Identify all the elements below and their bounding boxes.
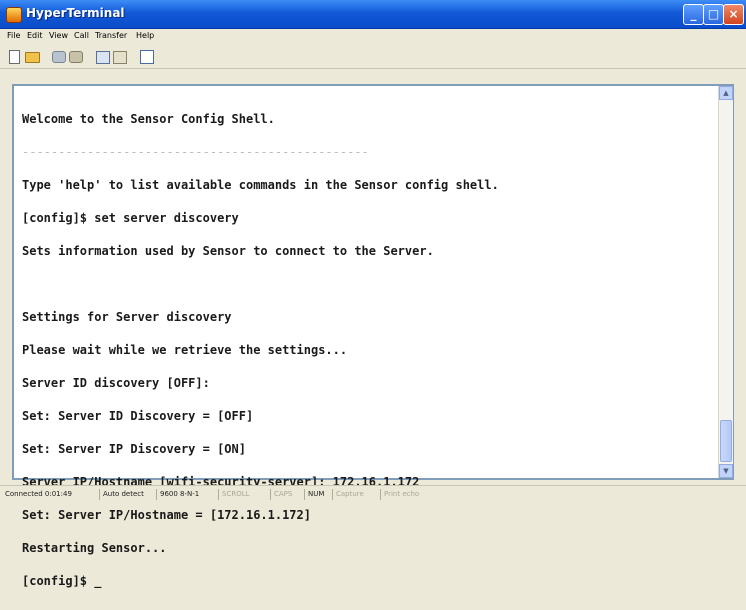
terminal-rule: ----------------------------------------…	[22, 145, 369, 159]
terminal-frame: Welcome to the Sensor Config Shell. ----…	[12, 84, 734, 587]
status-print-echo: Print echo	[380, 489, 419, 500]
maximize-button[interactable]: □	[703, 4, 724, 25]
status-bar: Connected 0:01:49 Auto detect 9600 8-N-1…	[0, 485, 746, 503]
terminal-line: Set: Server ID Discovery = [OFF]	[22, 409, 254, 423]
status-scroll: SCROLL	[218, 489, 250, 500]
terminal-welcome: Welcome to the Sensor Config Shell.	[22, 112, 275, 126]
new-icon[interactable]	[6, 49, 22, 65]
terminal-line: [config]$ set server discovery	[22, 211, 239, 225]
toolbar	[0, 46, 746, 69]
status-connected: Connected 0:01:49	[5, 490, 72, 498]
status-num: NUM	[304, 489, 324, 500]
terminal-line: Set: Server IP/Hostname = [172.16.1.172]	[22, 508, 311, 522]
menu-help[interactable]: Help	[136, 31, 154, 40]
hyperterminal-app-icon[interactable]	[6, 7, 22, 23]
menu-view[interactable]: View	[49, 31, 68, 40]
status-detect: Auto detect	[99, 489, 144, 500]
terminal-prompt: [config]$ _	[22, 574, 102, 588]
scroll-thumb[interactable]	[720, 420, 732, 462]
terminal-line: Please wait while we retrieve the settin…	[22, 343, 348, 357]
terminal-line: Sets information used by Sensor to conne…	[22, 244, 434, 258]
title-bar[interactable]: HyperTerminal _ □ ×	[0, 0, 746, 29]
open-icon[interactable]	[24, 49, 40, 65]
status-capture: Capture	[332, 489, 364, 500]
properties-icon[interactable]	[139, 49, 155, 65]
status-caps: CAPS	[270, 489, 292, 500]
terminal-output[interactable]: Welcome to the Sensor Config Shell. ----…	[22, 92, 712, 587]
status-baud: 9600 8-N-1	[156, 489, 199, 500]
menu-transfer[interactable]: Transfer	[95, 31, 127, 40]
terminal-line: Server ID discovery [OFF]:	[22, 376, 210, 390]
menu-call[interactable]: Call	[74, 31, 89, 40]
disconnect-icon[interactable]	[68, 49, 84, 65]
terminal-line: Set: Server IP Discovery = [ON]	[22, 442, 246, 456]
menu-file[interactable]: File	[7, 31, 20, 40]
close-button[interactable]: ×	[723, 4, 744, 25]
scroll-down-button[interactable]: ▼	[719, 464, 733, 478]
terminal-line: Settings for Server discovery	[22, 310, 232, 324]
scroll-up-button[interactable]: ▲	[719, 86, 733, 100]
receive-icon[interactable]	[112, 49, 128, 65]
terminal-line: Restarting Sensor...	[22, 541, 167, 555]
connect-icon[interactable]	[51, 49, 67, 65]
minimize-button[interactable]: _	[683, 4, 704, 25]
send-icon[interactable]	[95, 49, 111, 65]
terminal-line: Type 'help' to list available commands i…	[22, 178, 499, 192]
menu-edit[interactable]: Edit	[27, 31, 43, 40]
vertical-scrollbar[interactable]: ▲ ▼	[718, 86, 733, 478]
window-title: HyperTerminal	[26, 6, 125, 20]
menu-bar: File Edit View Call Transfer Help	[0, 29, 746, 45]
